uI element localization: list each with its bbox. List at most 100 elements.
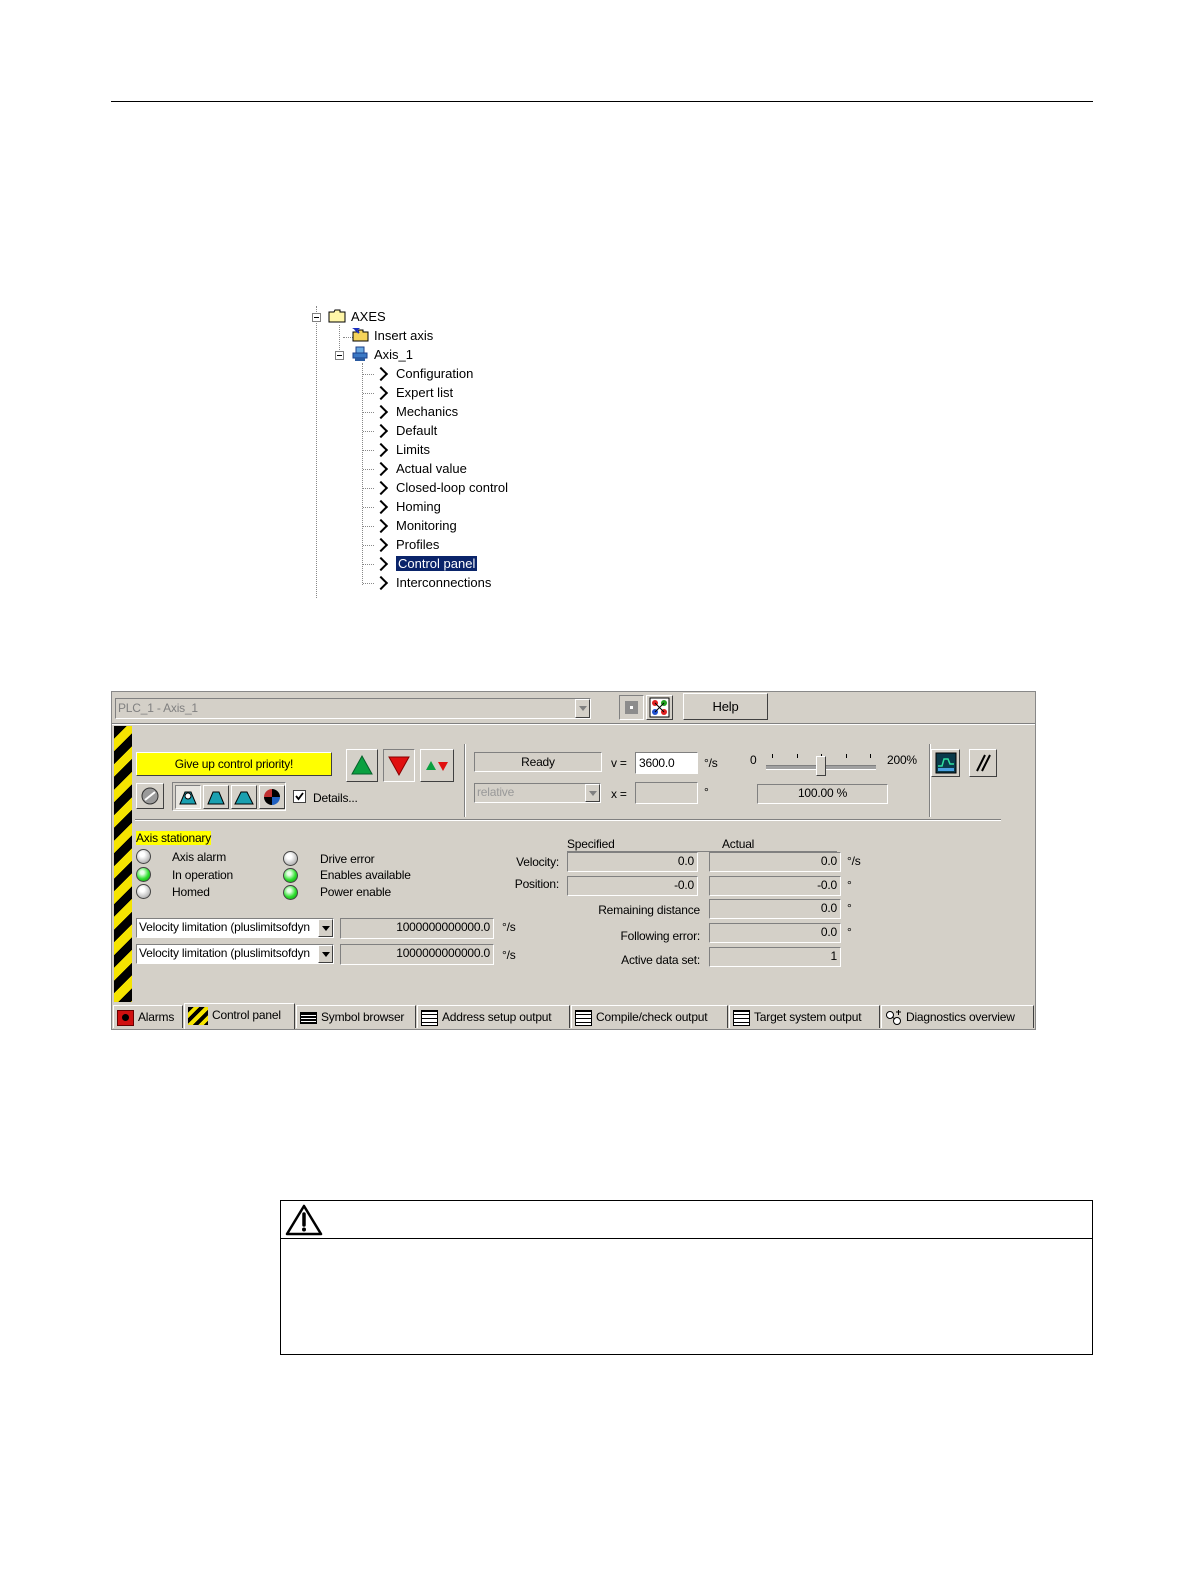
project-tree: AXES Insert axis Axis_1 Configuration Exp… [306,306,546,598]
jog-toggle-button[interactable] [420,749,454,782]
chevron-down-icon[interactable] [575,699,590,718]
warning-header [281,1201,1092,1239]
chevron-right-icon[interactable] [373,385,389,401]
tree-guide [363,564,374,565]
tree-item[interactable]: Default [396,421,437,440]
tab-symbol-browser[interactable]: Symbol browser [296,1005,416,1028]
chevron-right-icon[interactable] [373,461,389,477]
tab-address-setup-output[interactable]: Address setup output [417,1005,570,1028]
network-view-button[interactable] [646,695,673,720]
chevron-down-icon[interactable] [585,784,600,802]
chevron-right-icon[interactable] [373,575,389,591]
collapse-icon[interactable] [335,351,344,360]
tree-guide [363,545,374,546]
positioning-mode-button[interactable] [203,785,229,809]
tree-item[interactable]: Closed-loop control [396,478,508,497]
tree-label: Closed-loop control [396,480,509,495]
limit-2-select[interactable]: Velocity limitation (pluslimitsofdyn [136,944,334,964]
reset-button[interactable] [969,749,997,777]
details-checkbox[interactable] [293,790,306,803]
square-icon [625,701,638,714]
give-up-label: Give up control priority! [174,757,294,771]
chevron-right-icon[interactable] [373,404,389,420]
chevron-right-icon[interactable] [373,556,389,572]
trace-button[interactable] [931,749,960,777]
tree-item[interactable]: Configuration [396,364,473,383]
double-slash-icon [976,754,991,772]
tree-item-axes[interactable]: AXES [328,307,386,326]
divider [464,744,466,817]
tree-item[interactable]: Monitoring [396,516,457,535]
tab-diagnostics-overview[interactable]: Diagnostics overview [881,1005,1034,1028]
actual-velocity: 0.0 [709,852,841,872]
status-lamp-icon [136,867,151,882]
stop-view-button[interactable] [619,695,644,720]
help-button[interactable]: Help [683,693,768,720]
status-lamp-label: Homed [172,885,210,899]
hazard-stripe [114,726,132,1002]
tab-target-system-output[interactable]: Target system output [729,1005,880,1028]
tree-guide [363,507,374,508]
tab-control-panel[interactable]: Control panel [184,1003,295,1029]
settings-mode-button[interactable] [259,785,285,809]
chevron-right-icon[interactable] [373,423,389,439]
tree-item[interactable]: Interconnections [396,573,491,592]
give-up-control-button[interactable]: Give up control priority! [136,752,332,776]
chevron-right-icon[interactable] [373,442,389,458]
trace-icon [935,752,956,774]
chevron-right-icon[interactable] [373,480,389,496]
collapse-icon[interactable] [312,313,321,322]
active-data-set: 1 [709,947,841,967]
status-lamp-label: Power enable [320,885,391,899]
enable-button[interactable] [136,783,164,809]
jog-forward-button[interactable] [346,749,378,782]
tree-item-axis-1[interactable]: Axis_1 [351,345,413,364]
chevron-down-icon[interactable] [318,919,333,937]
tree-item[interactable]: Expert list [396,383,453,402]
tree-item[interactable]: Mechanics [396,402,458,421]
limit-2-select-value: Velocity limitation (pluslimitsofdyn [139,946,310,960]
tree-item[interactable]: Limits [396,440,430,459]
tab-alarms[interactable]: Alarms [113,1005,183,1028]
tree-guide [363,469,374,470]
velocity-label: Velocity: [516,855,559,869]
tree-label: Default [396,423,438,438]
tree-item[interactable]: Actual value [396,459,467,478]
specified-velocity: 0.0 [567,852,698,872]
tree-label: Interconnections [396,575,492,590]
chevron-right-icon[interactable] [373,499,389,515]
tree-label: AXES [351,309,386,324]
chevron-right-icon[interactable] [373,537,389,553]
tree-label: Profiles [396,537,440,552]
tree-item[interactable]: Profiles [396,535,439,554]
tree-label: Mechanics [396,404,459,419]
velocity-mode-button[interactable] [231,785,257,809]
jog-backward-button[interactable] [383,749,415,782]
axis-select[interactable]: PLC_1 - Axis_1 [115,698,591,719]
tree-item-insert-axis[interactable]: Insert axis [351,326,433,345]
tree-item[interactable]: Homing [396,497,441,516]
tree-item[interactable]: Control panel [394,554,479,573]
chevron-right-icon[interactable] [373,518,389,534]
override-slider-thumb[interactable] [816,756,826,776]
header-rule [111,101,1093,102]
velocity-input[interactable]: 3600.0 [635,752,698,774]
chevron-right-icon[interactable] [373,366,389,382]
list-icon [300,1011,317,1024]
limit-2-unit: °/s [502,948,516,962]
homing-mode-button[interactable] [175,785,201,809]
details-label: Details... [313,791,358,805]
limit-1-select[interactable]: Velocity limitation (pluslimitsofdyn [136,918,334,938]
position-input[interactable] [635,782,698,804]
chevron-down-icon[interactable] [318,945,333,963]
warning-triangle-icon [285,1204,323,1236]
mode-select[interactable]: relative [474,783,601,803]
slider-tick [845,754,847,758]
v-label: v = [611,756,627,770]
tab-compile-check-output[interactable]: Compile/check output [571,1005,728,1028]
actual-header: Actual [722,837,755,851]
tree-label: Actual value [396,461,467,476]
x-label: x = [611,787,627,801]
axis-select-value: PLC_1 - Axis_1 [118,701,198,715]
triangle-down-icon [388,756,410,777]
